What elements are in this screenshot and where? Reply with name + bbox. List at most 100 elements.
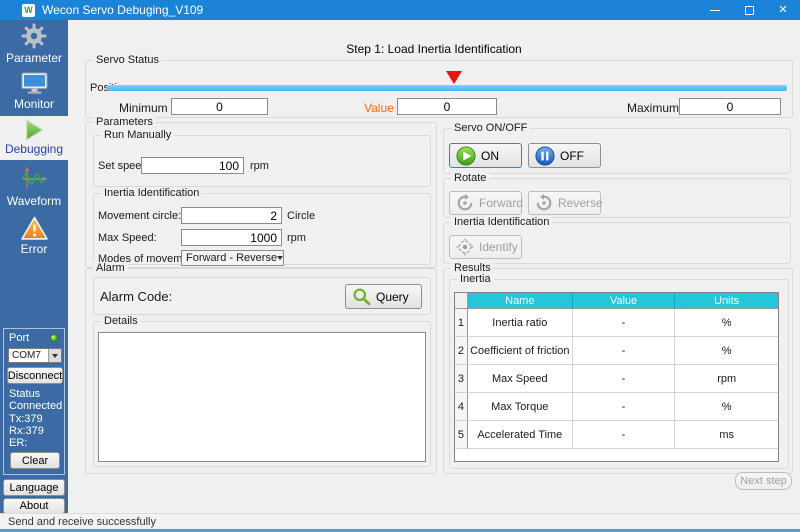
status-message: Send and receive successfully [8, 515, 156, 528]
rotate-reverse-icon [535, 194, 553, 212]
servo-on-button[interactable]: ON [449, 143, 522, 168]
table-row[interactable]: 1 Inertia ratio - % [455, 309, 778, 337]
status-label: Status [9, 388, 41, 400]
forward-label: Forward [479, 196, 524, 210]
table-corner-cell [455, 293, 468, 309]
table-row[interactable]: 4 Max Torque - % [455, 393, 778, 421]
column-header-units[interactable]: Units [675, 293, 778, 309]
minimize-icon [710, 9, 720, 11]
window-controls: ✕ [698, 0, 800, 20]
max-speed-input[interactable] [181, 229, 282, 246]
inertia-identification-params-group: Inertia Identification Movement circle: … [93, 187, 431, 266]
value-input[interactable] [397, 98, 497, 115]
minimum-input[interactable] [171, 98, 268, 115]
sidebar-item-label: Error [20, 242, 48, 256]
sidebar-item-monitor[interactable]: Monitor [0, 72, 68, 111]
rotate-forward-icon [456, 194, 474, 212]
table-row[interactable]: 3 Max Speed - rpm [455, 365, 778, 393]
next-step-button[interactable]: Next step [735, 472, 792, 490]
play-icon [0, 119, 68, 141]
cell-value: - [572, 365, 676, 393]
minimum-label: Minimum [119, 101, 168, 115]
sidebar-item-debugging[interactable]: Debugging [0, 116, 68, 160]
step-title: Step 1: Load Inertia Identification [346, 42, 522, 56]
cell-name: Coefficient of friction [467, 337, 573, 365]
target-icon [456, 238, 474, 256]
clear-button[interactable]: Clear [10, 452, 60, 469]
results-group: Results Inertia Name Value Units 1 Inert… [443, 262, 793, 474]
pause-circle-icon [535, 145, 555, 166]
minimize-button[interactable] [698, 0, 732, 20]
play-circle-icon [456, 145, 476, 166]
sidebar-item-waveform[interactable]: Waveform [0, 166, 68, 208]
servo-status-group-label: Servo Status [93, 54, 162, 66]
cell-value: - [572, 337, 676, 365]
inertia-identification-params-label: Inertia Identification [101, 187, 203, 199]
language-button[interactable]: Language [3, 479, 65, 496]
reverse-button[interactable]: Reverse [528, 191, 603, 215]
run-manually-group-label: Run Manually [101, 129, 175, 141]
sidebar-item-parameter[interactable]: Parameter [0, 23, 68, 65]
servo-status-group: Servo Status Position: Minimum Value Max… [85, 54, 793, 118]
servo-onoff-group: Servo ON/OFF ON OFF [443, 122, 791, 174]
sidebar-item-error[interactable]: Error [0, 216, 68, 256]
table-row[interactable]: 5 Accelerated Time - ms [455, 421, 778, 449]
maximum-label: Maximum [627, 101, 680, 115]
chevron-down-icon [52, 353, 58, 358]
servo-onoff-group-label: Servo ON/OFF [451, 122, 531, 134]
warning-icon [0, 216, 68, 241]
close-icon: ✕ [778, 3, 788, 16]
cell-value: - [572, 393, 676, 421]
status-bar: Send and receive successfully [0, 513, 800, 529]
maximum-input[interactable] [679, 98, 781, 115]
sidebar: Parameter Monitor Debugging Waveform Err… [0, 20, 68, 514]
modes-of-movement-select[interactable]: Forward - Reverse [181, 250, 284, 266]
main-content: Step 1: Load Inertia Identification Serv… [68, 20, 800, 513]
reverse-label: Reverse [558, 196, 603, 210]
table-row[interactable]: 2 Coefficient of friction - % [455, 337, 778, 365]
er-counter: ER: [9, 437, 28, 449]
servo-off-button[interactable]: OFF [528, 143, 601, 168]
cell-units: % [675, 393, 778, 421]
title-bar: W Wecon Servo Debuging_V109 ✕ [0, 0, 800, 20]
position-track [107, 71, 787, 91]
alarm-group: Alarm Alarm Code: Query Details [85, 262, 437, 474]
maximize-icon [744, 5, 754, 15]
column-header-value[interactable]: Value [572, 293, 676, 309]
results-table: Name Value Units 1 Inertia ratio - % 2 C… [454, 292, 779, 462]
movement-circle-unit: Circle [287, 210, 316, 222]
forward-button[interactable]: Forward [449, 191, 524, 215]
identify-button[interactable]: Identify [449, 235, 522, 259]
search-icon [352, 287, 371, 306]
details-textarea[interactable] [98, 332, 426, 462]
results-table-header: Name Value Units [455, 293, 778, 309]
identify-label: Identify [479, 240, 518, 254]
set-speed-input[interactable] [141, 157, 244, 174]
maximize-button[interactable] [732, 0, 766, 20]
monitor-icon [0, 72, 68, 95]
row-number: 4 [455, 393, 468, 421]
port-select[interactable]: COM7 [8, 348, 62, 363]
parameters-group: Parameters Run Manually Set speed: rpm I… [85, 116, 437, 268]
column-header-name[interactable]: Name [467, 293, 573, 309]
query-label: Query [376, 289, 409, 304]
tx-counter: Tx:379 [9, 413, 43, 425]
sidebar-item-label: Waveform [6, 194, 62, 208]
movement-circle-input[interactable] [181, 207, 282, 224]
parameters-group-label: Parameters [93, 116, 156, 128]
port-select-dropdown-button[interactable] [48, 349, 61, 362]
max-speed-unit: rpm [287, 232, 306, 244]
cell-units: ms [675, 421, 778, 449]
port-label: Port [9, 332, 30, 344]
cell-units: % [675, 337, 778, 365]
max-speed-label: Max Speed: [98, 232, 157, 244]
app-logo-icon: W [22, 3, 35, 17]
about-button[interactable]: About [3, 498, 65, 514]
close-button[interactable]: ✕ [766, 0, 800, 20]
disconnect-button[interactable]: Disconnect [7, 367, 63, 384]
rx-counter: Rx:379 [9, 425, 44, 437]
details-group: Details [93, 315, 431, 467]
query-button[interactable]: Query [345, 284, 422, 309]
rotate-group-label: Rotate [451, 172, 490, 184]
app-window: W Wecon Servo Debuging_V109 ✕ Parameter … [0, 0, 800, 532]
